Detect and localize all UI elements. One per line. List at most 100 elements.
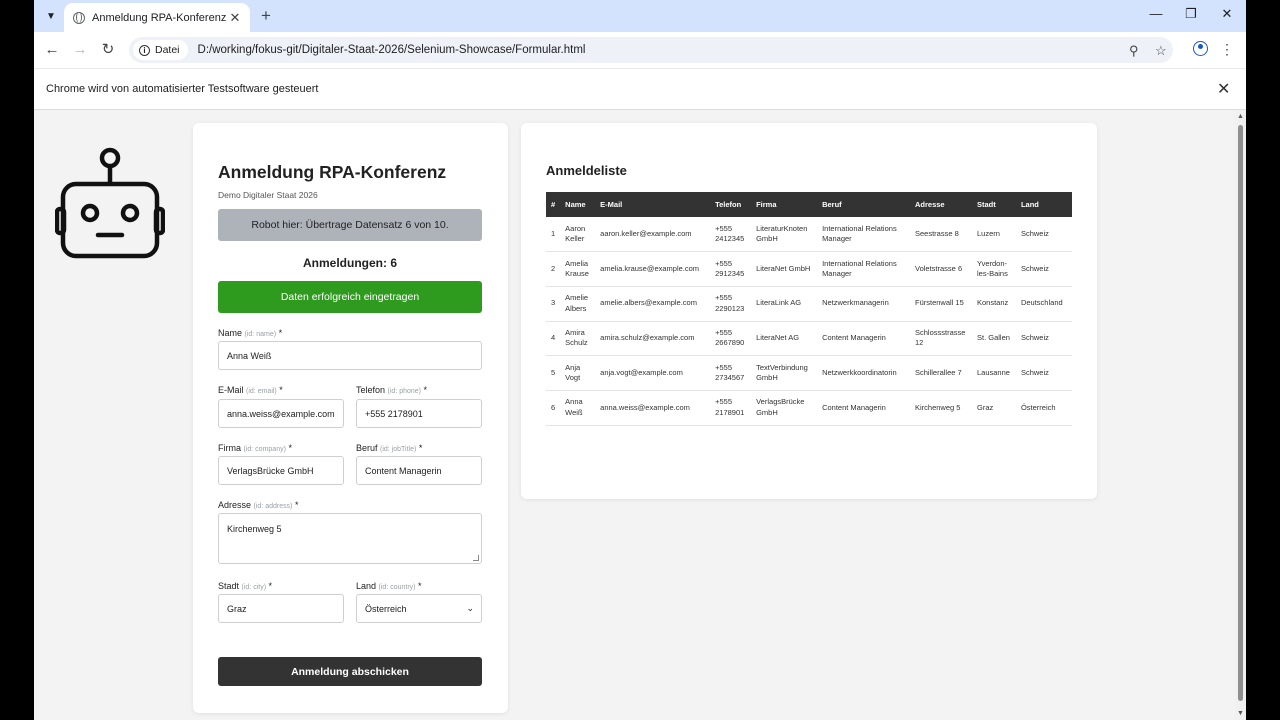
table-cell: LiteraLink AG [751,286,818,322]
table-cell: Lausanne [971,355,1016,391]
tab-search-icon[interactable]: ▼ [40,5,62,27]
chevron-down-icon: ⌄ [466,603,474,613]
table-cell: 3 [546,286,561,322]
table-cell: Seestrasse 8 [910,217,972,253]
email-input[interactable]: anna.weiss@example.com [218,399,344,428]
table-body: 1 Aaron Keller aaron.keller@example.com +55… [546,217,1072,426]
table-cell: Fürstenwall 15 [910,286,972,322]
city-input[interactable]: Graz [218,594,344,623]
table-cell: Graz [971,390,1016,426]
country-id-hint: (id: country) [378,584,416,591]
phone-id-hint: (id: phone) [387,388,422,395]
phone-input[interactable]: +555 2178901 [356,399,482,428]
required-marker: * [423,385,428,395]
company-input[interactable]: VerlagsBrücke GmbH [218,456,344,485]
table-cell: anna.weiss@example.com [595,390,711,426]
star-icon[interactable]: ☆ [1155,43,1167,59]
registration-table: # Name E-Mail Telefon Firma Beruf Adresse Stadt… [546,192,1072,426]
table-cell: +555 2412345 [710,217,752,253]
profile-icon[interactable] [1193,41,1208,56]
table-cell: Voletstrasse 6 [910,251,972,287]
table-cell: Schweiz [1015,321,1072,357]
email-id-hint: (id: email) [246,388,277,395]
tab-title: Anmeldung RPA-Konferenz [92,11,227,24]
table-row: 2 Amelia Krause amelia.krause@example.com +… [546,251,1072,287]
minimize-icon[interactable]: — [1146,6,1166,21]
country-label-text: Land [356,581,377,591]
phone-label: Telefon (id: phone) * [356,385,427,395]
tab-close-icon[interactable]: ✕ [228,10,242,26]
page-viewport: Anmeldung RPA-Konferenz Demo Digitaler S… [34,111,1235,720]
back-icon[interactable]: ← [42,40,62,60]
resize-handle-icon[interactable] [473,555,479,561]
table-header-cell: Adresse [910,192,972,217]
table-row: 3 Amelie Albers amelie.albers@example.com +… [546,286,1072,322]
table-cell: +555 2912345 [710,251,752,287]
robot-icon [55,147,165,259]
site-info-label: Datei [155,44,180,56]
table-cell: +555 2290123 [710,286,752,322]
scroll-up-icon[interactable]: ▲ [1237,113,1244,120]
table-header-cell: E-Mail [595,192,711,217]
table-cell: amelie.albers@example.com [595,286,711,322]
reload-icon[interactable]: ↻ [98,40,118,60]
new-tab-button[interactable]: + [256,6,276,26]
registration-count: Anmeldungen: 6 [302,256,397,270]
tab-active[interactable]: Anmeldung RPA-Konferenz ✕ [64,3,250,32]
company-id-hint: (id: company) [243,446,286,453]
table-header-cell: Stadt [971,192,1016,217]
table-cell: Schweiz [1015,217,1072,253]
submit-button[interactable]: Anmeldung abschicken [218,657,482,686]
table-cell: Aaron Keller [560,217,596,253]
url-text[interactable]: D:/working/fokus-git/Digitaler-Staat-202… [198,44,586,56]
country-label: Land (id: country) * [356,581,422,591]
table-cell: International Relations Manager [817,251,910,287]
close-icon[interactable]: ✕ [1217,6,1237,22]
globe-icon [73,11,85,24]
table-cell: Schillerallee 7 [910,355,972,391]
table-cell: Luzern [971,217,1016,253]
required-marker: * [288,443,292,453]
table-cell: LiteraNet GmbH [751,251,818,287]
address-textarea[interactable]: Kirchenweg 5 [218,513,482,564]
job-input[interactable]: Content Managerin [356,456,482,485]
table-cell: Schlossstrasse 12 [910,321,972,357]
table-cell: St. Gallen [971,321,1016,357]
table-cell: International Relations Manager [817,217,910,253]
automation-infobar: Chrome wird von automatisierter Testsoft… [34,68,1246,110]
company-label-text: Firma [218,443,241,453]
country-select[interactable]: Österreich ⌄ [356,594,482,623]
company-label: Firma (id: company) * [218,443,292,453]
country-selected-value: Österreich [365,603,407,614]
scroll-thumb[interactable] [1238,125,1243,701]
table-cell: 2 [546,251,561,287]
table-cell: +555 2178901 [710,390,752,426]
forward-icon[interactable]: → [70,40,90,60]
success-message: Daten erfolgreich eingetragen [218,281,482,313]
scroll-down-icon[interactable]: ▼ [1237,710,1244,717]
form-title: Anmeldung RPA-Konferenz [218,162,447,182]
table-header-cell: Telefon [710,192,752,217]
zoom-icon[interactable]: ⚲ [1129,43,1139,59]
scrollbar[interactable]: ▲ ▼ [1235,111,1246,720]
table-cell: Netzwerkmanagerin [817,286,910,322]
restore-icon[interactable]: ❐ [1181,6,1201,22]
name-input[interactable]: Anna Weiß [218,341,482,370]
table-cell: Yverdon-les-Bains [971,251,1016,287]
address-bar[interactable]: i Datei D:/working/fokus-git/Digitaler-S… [129,37,1173,63]
infobar-close-icon[interactable]: ✕ [1217,79,1230,99]
table-header-cell: Firma [751,192,818,217]
name-label: Name (id: name) * [218,328,282,338]
site-info-chip[interactable]: i Datei [133,40,188,60]
table-cell: Amelie Albers [560,286,596,322]
browser-toolbar: ← → ↻ i Datei D:/working/fokus-git/Digit… [34,32,1246,68]
tab-strip: ▼ Anmeldung RPA-Konferenz ✕ + — ❐ ✕ [34,0,1246,32]
table-header-cell: Land [1015,192,1072,217]
menu-icon[interactable]: ⋮ [1220,41,1234,58]
job-label: Beruf (id: jobTitle) * [356,443,422,453]
table-cell: Schweiz [1015,355,1072,391]
table-cell: amelia.krause@example.com [595,251,711,287]
required-marker: * [279,385,283,395]
required-marker: * [268,581,273,591]
table-cell: Anna Weiß [560,390,596,426]
